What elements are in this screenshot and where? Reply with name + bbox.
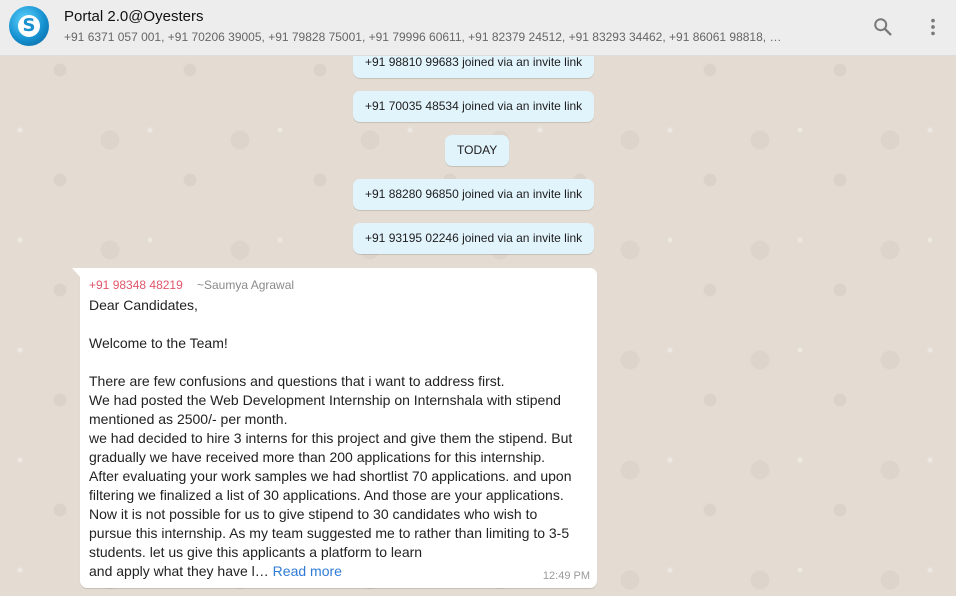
- date-divider: TODAY: [445, 135, 510, 166]
- message-line: Now it is not possible for us to give st…: [89, 506, 538, 522]
- message-sender[interactable]: +91 98348 48219: [89, 278, 183, 292]
- message-last-line: and apply what they have l… Read more: [89, 563, 342, 579]
- message-line: Dear Candidates,: [89, 297, 198, 313]
- read-more-link[interactable]: Read more: [273, 563, 342, 579]
- chat-header[interactable]: S Portal 2.0@Oyesters +91 6371 057 001, …: [0, 0, 956, 56]
- system-message: +91 93195 02246 joined via an invite lin…: [353, 223, 595, 254]
- message-time: 12:49 PM: [542, 570, 590, 582]
- message-line: Welcome to the Team!: [89, 335, 228, 351]
- message-line: After evaluating your work samples we ha…: [89, 468, 572, 484]
- system-message: +91 88280 96850 joined via an invite lin…: [353, 179, 595, 210]
- avatar-letter: S: [18, 15, 40, 37]
- group-avatar[interactable]: S: [9, 6, 49, 46]
- message-line: We had posted the Web Development Intern…: [89, 392, 561, 408]
- message-bubble[interactable]: +91 98348 48219 ~Saumya Agrawal Dear Can…: [80, 268, 597, 588]
- group-title[interactable]: Portal 2.0@Oyesters: [64, 8, 203, 25]
- message-line: pursue this internship. As my team sugge…: [89, 525, 570, 541]
- message-line: we had decided to hire 3 interns for thi…: [89, 430, 573, 446]
- message-line: filtering we finalized a list of 30 appl…: [89, 487, 564, 503]
- message-line: There are few confusions and questions t…: [89, 373, 505, 389]
- menu-icon[interactable]: [920, 14, 946, 40]
- message-line: mentioned as 2500/- per month.: [89, 411, 288, 427]
- message-sender-alias: ~Saumya Agrawal: [197, 278, 295, 292]
- message-line: gradually we have received more than 200…: [89, 449, 546, 465]
- message-line: and apply what they have l…: [89, 563, 269, 579]
- search-icon[interactable]: [870, 14, 896, 40]
- group-participants[interactable]: +91 6371 057 001, +91 70206 39005, +91 7…: [64, 30, 844, 44]
- system-message: +91 70035 48534 joined via an invite lin…: [353, 91, 595, 122]
- message-line: students. let us give this applicants a …: [89, 544, 423, 560]
